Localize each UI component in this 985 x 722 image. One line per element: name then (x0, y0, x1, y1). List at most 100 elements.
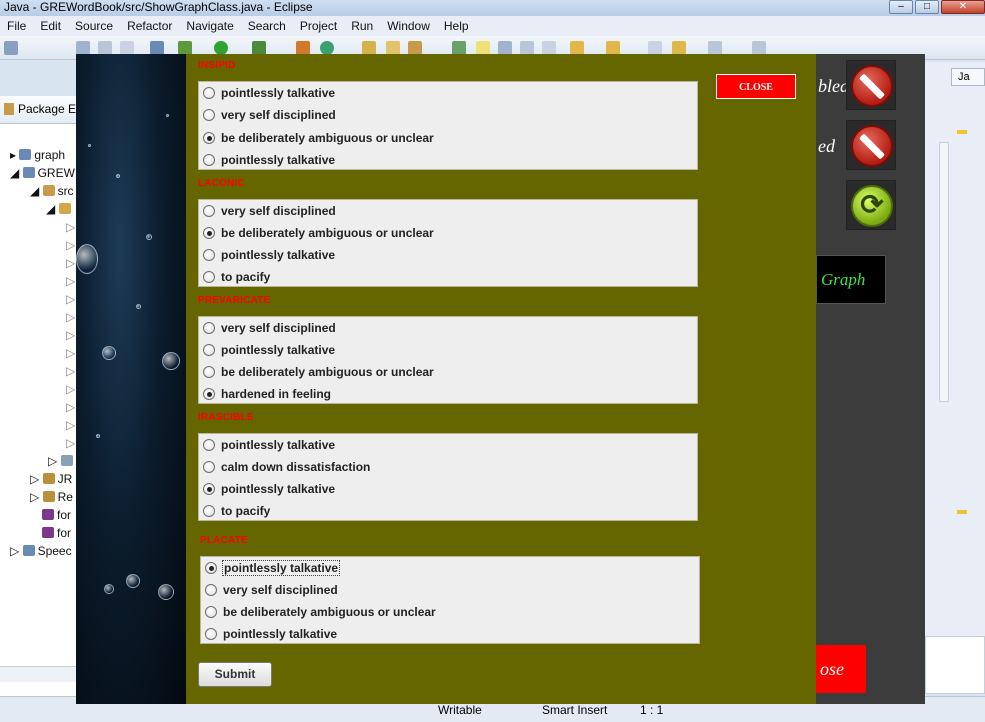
tree-expander[interactable]: ▷ (66, 292, 75, 306)
tree-item[interactable]: for (42, 526, 71, 540)
radio-icon[interactable] (203, 205, 215, 217)
radio-icon[interactable] (203, 388, 215, 400)
tree-item[interactable]: ◢ src (30, 184, 74, 198)
radio-icon[interactable] (203, 366, 215, 378)
back-icon[interactable] (648, 41, 662, 55)
tree-item[interactable]: ▷ (48, 454, 76, 468)
close-window-button[interactable]: ✕ (941, 0, 985, 14)
option-radio[interactable]: pointlessly talkative (203, 480, 335, 498)
pin-icon[interactable] (752, 41, 766, 55)
forward-icon[interactable] (708, 41, 722, 55)
option-radio[interactable]: pointlessly talkative (203, 341, 335, 359)
app-close-button[interactable]: ose (816, 645, 866, 693)
tree-expander[interactable]: ▷ (66, 220, 75, 234)
tree-expander[interactable]: ▷ (66, 364, 75, 378)
radio-icon[interactable] (205, 584, 217, 596)
radio-icon[interactable] (203, 87, 215, 99)
tree-expander[interactable]: ▷ (66, 274, 75, 288)
radio-icon[interactable] (203, 154, 215, 166)
radio-icon[interactable] (203, 505, 215, 517)
disable-button[interactable] (846, 60, 896, 110)
tree-expander[interactable]: ▷ (66, 400, 75, 414)
run-icon[interactable] (214, 41, 228, 55)
tree-expander[interactable]: ▷ (66, 436, 75, 450)
open-folder-icon[interactable] (386, 41, 400, 55)
radio-icon[interactable] (203, 271, 215, 283)
radio-icon[interactable] (205, 606, 217, 618)
menu-file[interactable]: File (0, 19, 33, 33)
perspective-java-tab[interactable]: Ja (951, 68, 985, 86)
print-icon[interactable] (120, 41, 134, 55)
option-radio[interactable]: very self disciplined (203, 202, 336, 220)
minimize-button[interactable]: – (889, 0, 913, 14)
tree-item[interactable]: ▷ Re (30, 490, 73, 504)
menu-search[interactable]: Search (241, 19, 293, 33)
toggle-mark-icon[interactable] (452, 41, 466, 55)
radio-icon[interactable] (203, 249, 215, 261)
radio-icon[interactable] (205, 628, 217, 640)
tree-expander[interactable]: ▷ (66, 418, 75, 432)
save-icon[interactable] (76, 41, 90, 55)
disable-button-2[interactable] (846, 120, 896, 170)
new-class-icon[interactable] (320, 41, 334, 55)
tree-expander[interactable]: ▷ (66, 310, 75, 324)
radio-icon[interactable] (203, 344, 215, 356)
menu-help[interactable]: Help (437, 19, 476, 33)
tree-expander[interactable]: ▷ (66, 238, 75, 252)
tree-item[interactable]: ▷ JR (30, 472, 72, 486)
tree-item[interactable]: ◢ GREW (10, 166, 75, 180)
new-java-project-icon[interactable] (296, 41, 310, 55)
package-explorer-header[interactable]: Package Ex (0, 96, 78, 124)
menu-source[interactable]: Source (68, 19, 120, 33)
option-radio[interactable]: be deliberately ambiguous or unclear (203, 129, 434, 147)
radio-icon[interactable] (203, 461, 215, 473)
close-button[interactable]: CLOSE (716, 74, 796, 99)
option-radio[interactable]: pointlessly talkative (203, 84, 335, 102)
radio-icon[interactable] (203, 439, 215, 451)
radio-icon[interactable] (203, 109, 215, 121)
tree-expander[interactable]: ▷ (66, 328, 75, 342)
option-radio[interactable]: calm down dissatisfaction (203, 458, 370, 476)
horizontal-scrollbar[interactable] (0, 666, 78, 682)
run-external-icon[interactable] (252, 41, 266, 55)
option-radio[interactable]: very self disciplined (203, 106, 336, 124)
option-radio[interactable]: be deliberately ambiguous or unclear (203, 363, 434, 381)
save-all-icon[interactable] (98, 41, 112, 55)
show-whitespace-icon[interactable] (520, 41, 534, 55)
tree-item[interactable]: for (42, 508, 71, 522)
next-annotation-icon[interactable] (570, 41, 584, 55)
new-file-icon[interactable] (4, 41, 18, 55)
annotation-icon[interactable] (498, 41, 512, 55)
option-radio[interactable]: to pacify (203, 502, 270, 520)
option-radio[interactable]: be deliberately ambiguous or unclear (205, 603, 436, 621)
radio-icon[interactable] (203, 322, 215, 334)
option-radio[interactable]: pointlessly talkative (205, 559, 341, 577)
tree-expander[interactable]: ▷ (66, 256, 75, 270)
submit-button[interactable]: Submit (198, 662, 272, 687)
refresh-button[interactable]: ⟳ (846, 180, 896, 230)
option-radio[interactable]: pointlessly talkative (203, 436, 335, 454)
radio-icon[interactable] (203, 227, 215, 239)
menu-refactor[interactable]: Refactor (120, 19, 179, 33)
menu-navigate[interactable]: Navigate (179, 19, 240, 33)
last-edit-icon[interactable] (672, 41, 686, 55)
build-icon[interactable] (150, 41, 164, 55)
menu-project[interactable]: Project (293, 19, 344, 33)
option-radio[interactable]: hardened in feeling (203, 385, 331, 403)
prev-annotation-icon[interactable] (606, 41, 620, 55)
option-radio[interactable]: be deliberately ambiguous or unclear (203, 224, 434, 242)
option-radio[interactable]: pointlessly talkative (203, 151, 335, 169)
search-tool-icon[interactable] (408, 41, 422, 55)
highlight-icon[interactable] (476, 41, 490, 55)
vertical-scrollbar[interactable] (939, 142, 949, 402)
radio-icon[interactable] (203, 483, 215, 495)
option-radio[interactable]: pointlessly talkative (203, 246, 335, 264)
option-radio[interactable]: very self disciplined (203, 319, 336, 337)
radio-icon[interactable] (205, 562, 217, 574)
menu-run[interactable]: Run (344, 19, 380, 33)
option-radio[interactable]: to pacify (203, 268, 270, 286)
tree-item[interactable]: ▸ graph (10, 148, 65, 162)
tree-item[interactable]: ▷ Speec (10, 544, 72, 558)
menu-window[interactable]: Window (380, 19, 437, 33)
graph-button[interactable]: Graph (816, 255, 886, 304)
